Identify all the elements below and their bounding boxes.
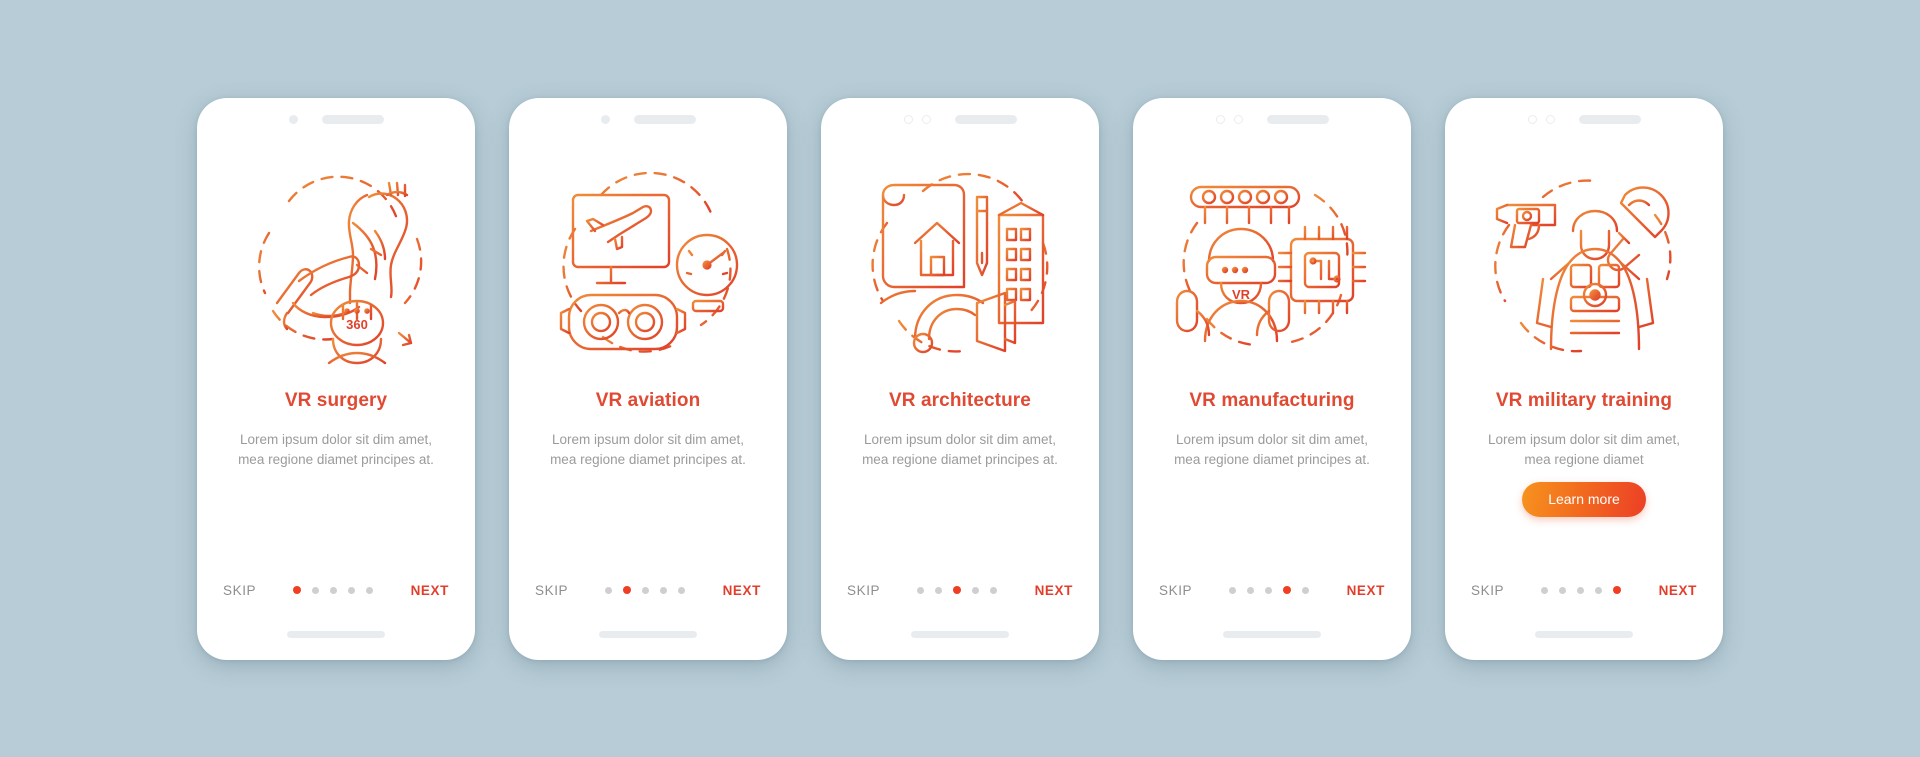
next-button[interactable]: NEXT — [1347, 583, 1385, 598]
onboarding-screen-1: 360 VR surgery Lorem ipsum dolor sit dim a… — [197, 97, 475, 660]
status-sensor-icon — [1545, 115, 1555, 124]
screen-title: VR surgery — [284, 389, 388, 411]
screen-description: Lorem ipsum dolor sit dim amet, mea regi… — [1174, 431, 1370, 467]
status-bar — [821, 98, 1099, 132]
screen-description: Lorem ipsum dolor sit dim amet, mea regi… — [862, 431, 1058, 467]
illustration-container — [1445, 132, 1723, 384]
status-camera-icon — [600, 115, 610, 124]
page-dot-4[interactable] — [972, 586, 980, 594]
page-dot-3[interactable] — [330, 586, 338, 594]
status-bar — [1133, 98, 1411, 132]
page-dot-2[interactable] — [1559, 586, 1567, 594]
page-dot-1[interactable] — [1541, 586, 1549, 594]
screen-title: VR military training — [1495, 389, 1673, 411]
onboarding-nav: SKIP NEXT — [1133, 583, 1411, 598]
skip-button[interactable]: SKIP — [1471, 583, 1504, 598]
status-speaker-icon — [1266, 115, 1329, 124]
page-dot-2[interactable] — [312, 586, 320, 594]
onboarding-screens-container: 360 VR surgery Lorem ipsum dolor sit dim a… — [0, 0, 1920, 757]
page-dot-3[interactable] — [1265, 586, 1273, 594]
page-dot-4[interactable] — [660, 586, 668, 594]
page-dot-1-active[interactable] — [293, 586, 302, 594]
vr-military-training-illustration — [1493, 179, 1672, 353]
illustration-container — [509, 132, 787, 384]
page-dot-5[interactable] — [366, 586, 374, 594]
page-dot-2[interactable] — [1247, 586, 1255, 594]
illustration-label-vr: VR — [1231, 287, 1250, 302]
status-camera-icon — [1527, 115, 1537, 124]
page-dot-1[interactable] — [605, 586, 613, 594]
skip-button[interactable]: SKIP — [223, 583, 256, 598]
status-camera-icon — [903, 115, 913, 124]
home-indicator[interactable] — [599, 630, 697, 638]
page-dot-3[interactable] — [642, 586, 650, 594]
home-indicator[interactable] — [1223, 630, 1321, 638]
next-button[interactable]: NEXT — [723, 583, 761, 598]
skip-button[interactable]: SKIP — [847, 583, 880, 598]
illustration-container — [821, 132, 1099, 384]
next-button[interactable]: NEXT — [1035, 583, 1073, 598]
page-dot-1[interactable] — [917, 586, 925, 594]
page-indicator — [1229, 586, 1310, 594]
status-camera-icon — [1215, 115, 1225, 124]
next-button[interactable]: NEXT — [411, 583, 449, 598]
illustration-container: VR — [1133, 132, 1411, 384]
screen-title: VR manufacturing — [1189, 389, 1355, 411]
page-indicator — [1541, 586, 1622, 594]
screen-description: Lorem ipsum dolor sit dim amet, mea regi… — [550, 431, 746, 467]
page-dot-4-active[interactable] — [1283, 586, 1292, 594]
onboarding-nav: SKIP NEXT — [197, 583, 475, 598]
status-bar — [1445, 98, 1723, 132]
home-indicator[interactable] — [911, 630, 1009, 638]
status-speaker-icon — [1578, 115, 1641, 124]
home-indicator[interactable] — [287, 630, 385, 638]
onboarding-nav: SKIP NEXT — [821, 583, 1099, 598]
illustration-container: 360 — [197, 132, 475, 384]
page-dot-5-active[interactable] — [1613, 586, 1622, 594]
page-dot-5[interactable] — [678, 586, 686, 594]
skip-button[interactable]: SKIP — [535, 583, 568, 598]
page-dot-1[interactable] — [1229, 586, 1237, 594]
status-camera-icon — [288, 115, 298, 124]
status-bar — [509, 98, 787, 132]
status-sensor-icon — [1233, 115, 1243, 124]
screen-description: Lorem ipsum dolor sit dim amet, mea regi… — [1487, 431, 1681, 467]
vr-aviation-illustration — [559, 171, 738, 353]
onboarding-screen-4: VR VR manufacturing Lorem ipsum dolor sit … — [1133, 97, 1411, 660]
status-bar — [197, 98, 475, 132]
next-button[interactable]: NEXT — [1659, 583, 1697, 598]
page-indicator — [605, 586, 686, 594]
status-speaker-icon — [633, 115, 696, 124]
vr-architecture-illustration — [870, 172, 1048, 354]
screen-title: VR architecture — [889, 389, 1031, 411]
vr-manufacturing-illustration: VR — [1175, 185, 1366, 347]
onboarding-screen-2: VR aviation Lorem ipsum dolor sit dim ame… — [509, 97, 787, 660]
page-dot-3-active[interactable] — [953, 586, 962, 594]
page-dot-4[interactable] — [348, 586, 356, 594]
onboarding-nav: SKIP NEXT — [1445, 583, 1723, 598]
status-speaker-icon — [321, 115, 384, 124]
page-dot-5[interactable] — [990, 586, 998, 594]
home-indicator[interactable] — [1535, 630, 1633, 638]
learn-more-button[interactable]: Learn more — [1522, 481, 1646, 517]
page-dot-2-active[interactable] — [623, 586, 632, 594]
page-indicator — [917, 586, 998, 594]
skip-button[interactable]: SKIP — [1159, 583, 1192, 598]
page-dot-3[interactable] — [1577, 586, 1585, 594]
status-speaker-icon — [954, 115, 1017, 124]
onboarding-screen-5: VR military training Lorem ipsum dolor si… — [1445, 97, 1723, 660]
screen-description: Lorem ipsum dolor sit dim amet, mea regi… — [238, 431, 434, 467]
vr-surgery-illustration: 360 — [257, 175, 422, 365]
page-dot-4[interactable] — [1595, 586, 1603, 594]
page-dot-5[interactable] — [1302, 586, 1310, 594]
status-sensor-icon — [921, 115, 931, 124]
illustration-label-360: 360 — [346, 317, 368, 332]
page-dot-2[interactable] — [935, 586, 943, 594]
onboarding-nav: SKIP NEXT — [509, 583, 787, 598]
screen-title: VR aviation — [595, 389, 701, 411]
page-indicator — [293, 586, 374, 594]
onboarding-screen-3: VR architecture Lorem ipsum dolor sit dim… — [821, 97, 1099, 660]
